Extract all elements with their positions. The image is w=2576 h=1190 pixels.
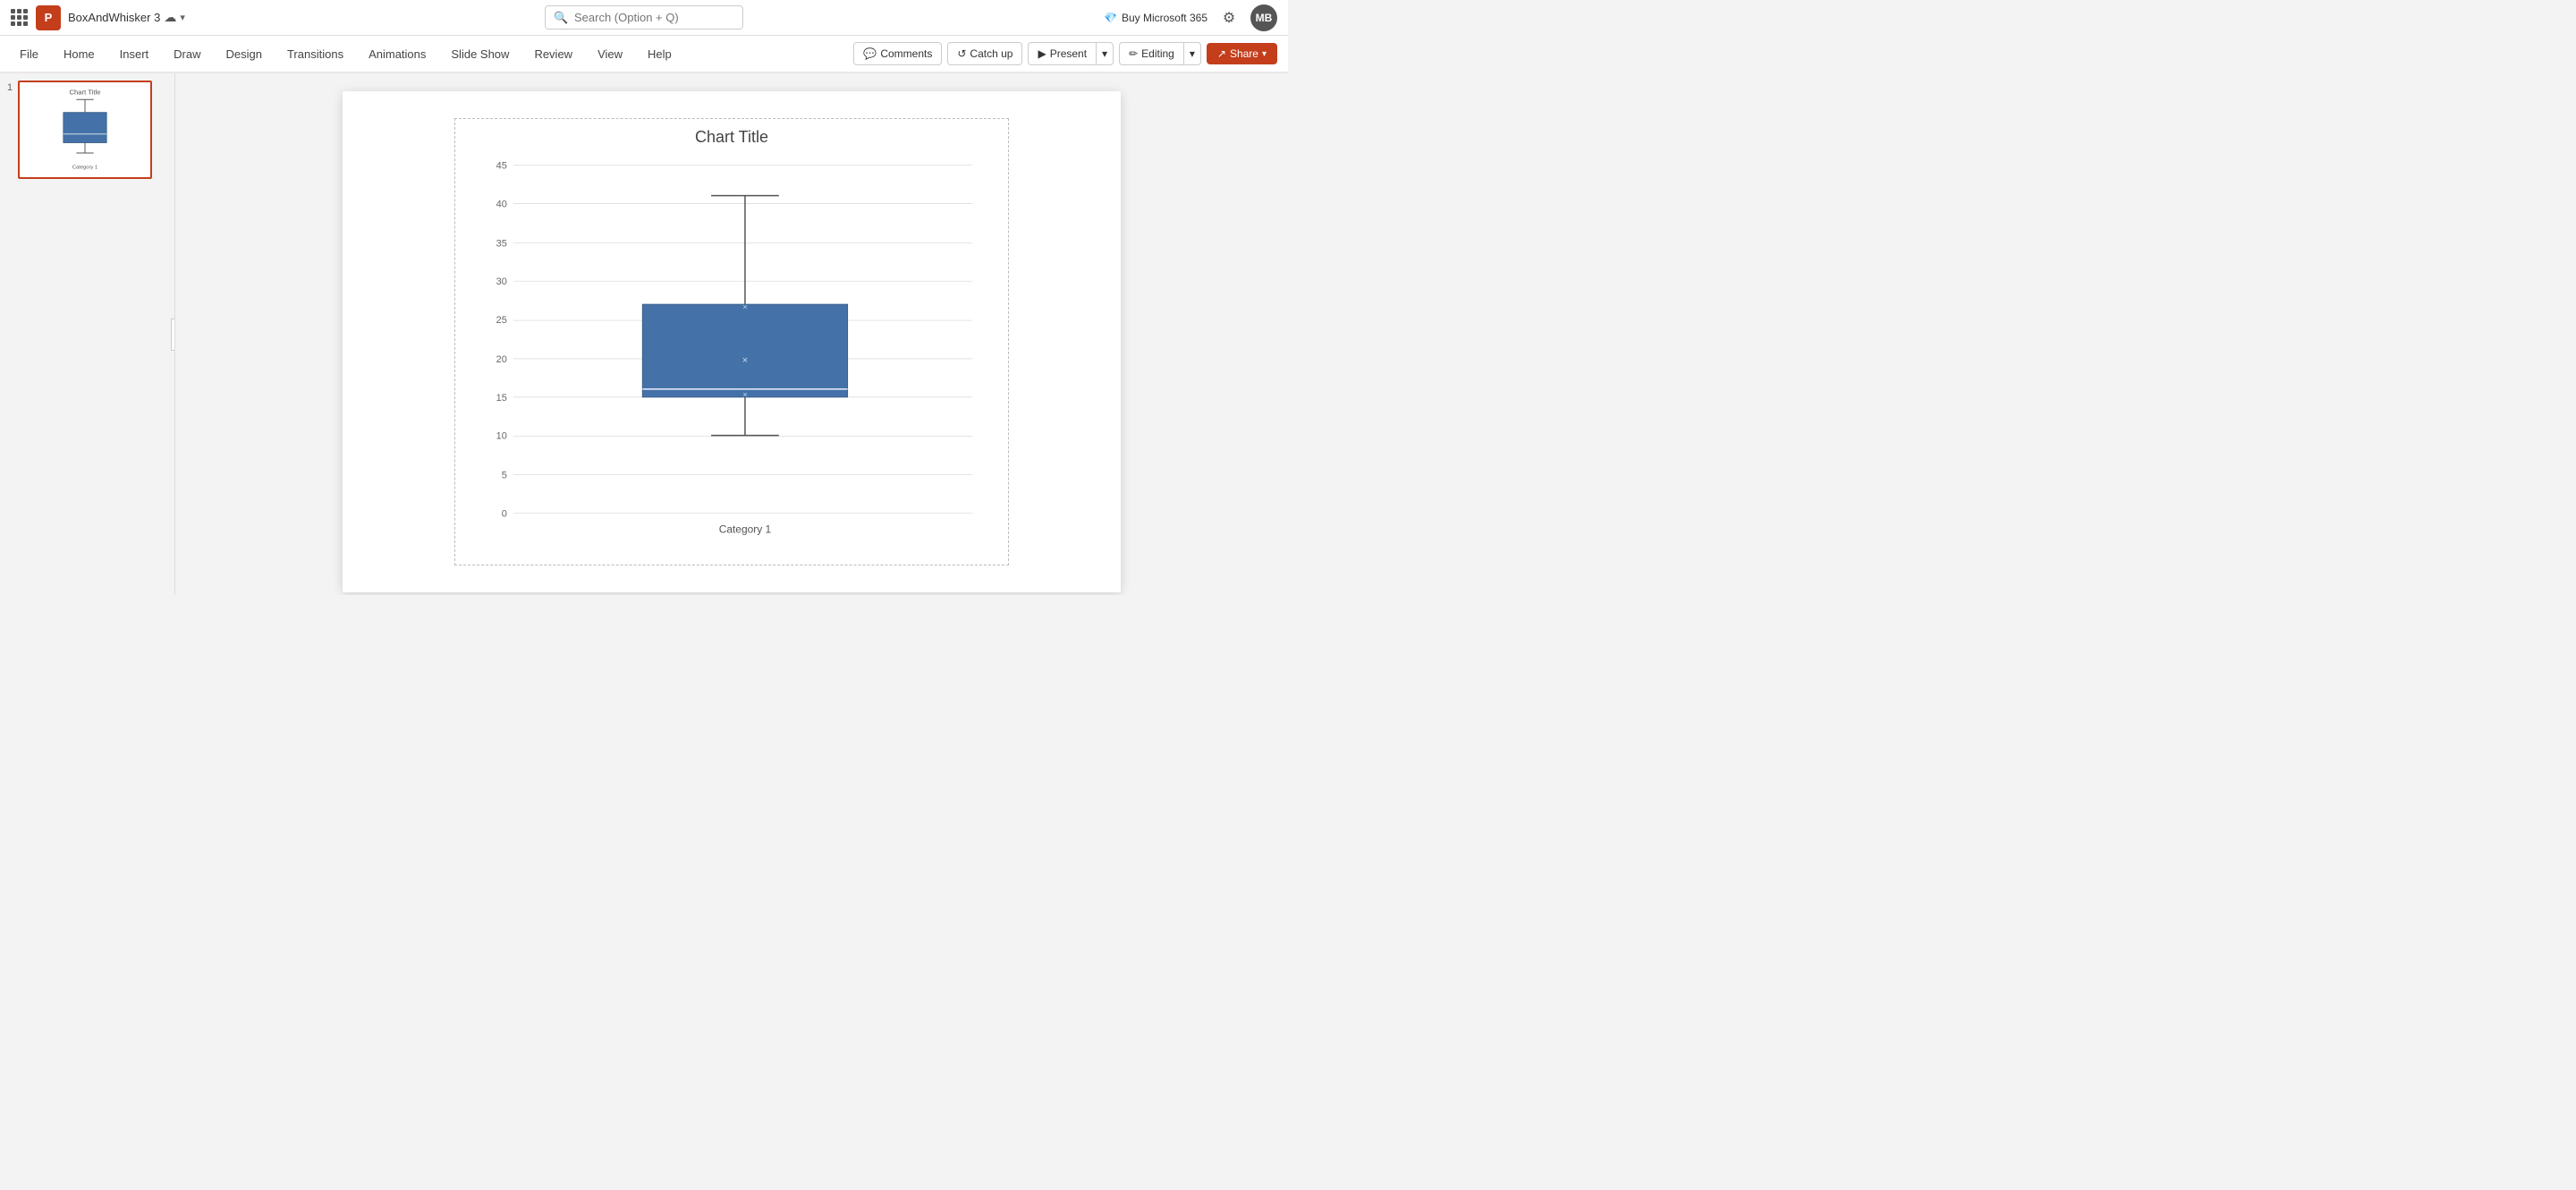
- svg-text:35: 35: [496, 238, 507, 249]
- cloud-save-icon[interactable]: ☁: [164, 10, 176, 25]
- chart-container[interactable]: Chart Title: [454, 118, 1009, 565]
- panel-collapse-button[interactable]: ◀: [171, 319, 175, 351]
- share-label: Share: [1230, 47, 1258, 60]
- chevron-down-icon: ▾: [1190, 47, 1195, 60]
- chart-svg-wrap: 45 40 35 30 25 20 15 10 5 0: [464, 150, 999, 546]
- app-grid-icon[interactable]: [11, 9, 29, 27]
- tab-transitions[interactable]: Transitions: [275, 38, 356, 72]
- present-button-group: ▶ Present ▾: [1028, 42, 1114, 65]
- comment-icon: 💬: [863, 47, 877, 60]
- ribbon-tabs: File Home Insert Draw Design Transitions…: [7, 38, 853, 70]
- buy-ms365-label: Buy Microsoft 365: [1122, 12, 1208, 24]
- tab-insert[interactable]: Insert: [107, 38, 162, 72]
- tab-animations[interactable]: Animations: [356, 38, 438, 72]
- chart-svg: 45 40 35 30 25 20 15 10 5 0: [464, 150, 999, 546]
- catchup-icon: ↺: [957, 47, 966, 60]
- ribbon: File Home Insert Draw Design Transitions…: [0, 36, 1288, 73]
- slide-canvas[interactable]: Chart Title: [343, 91, 1121, 592]
- svg-text:10: 10: [496, 431, 507, 442]
- svg-text:25: 25: [496, 315, 507, 326]
- chevron-down-icon[interactable]: ▾: [180, 12, 185, 23]
- file-name-text: BoxAndWhisker 3: [68, 11, 160, 24]
- ribbon-right-actions: 💬 Comments ↺ Catch up ▶ Present ▾ ✏ Edit…: [853, 42, 1288, 65]
- settings-button[interactable]: ⚙: [1216, 5, 1241, 30]
- svg-text:15: 15: [496, 393, 507, 404]
- editing-label: Editing: [1141, 47, 1174, 60]
- svg-text:30: 30: [496, 276, 507, 287]
- edit-icon: ✏: [1129, 47, 1138, 60]
- slide-thumbnail-item: 1 Chart Title Category 1: [7, 81, 167, 179]
- present-button[interactable]: ▶ Present: [1028, 42, 1096, 65]
- svg-text:Chart Title: Chart Title: [70, 88, 101, 96]
- tab-draw[interactable]: Draw: [161, 38, 213, 72]
- svg-text:×: ×: [742, 355, 748, 366]
- buy-microsoft-365-button[interactable]: 💎 Buy Microsoft 365: [1104, 12, 1208, 24]
- present-dropdown-button[interactable]: ▾: [1096, 42, 1114, 65]
- slide-thumbnail[interactable]: Chart Title Category 1: [18, 81, 152, 179]
- tab-slideshow[interactable]: Slide Show: [438, 38, 521, 72]
- tab-home[interactable]: Home: [51, 38, 107, 72]
- present-label: Present: [1050, 47, 1087, 60]
- avatar[interactable]: MB: [1250, 4, 1277, 31]
- tab-design[interactable]: Design: [214, 38, 275, 72]
- diamond-icon: 💎: [1104, 12, 1117, 24]
- catchup-label: Catch up: [970, 47, 1013, 60]
- tab-view[interactable]: View: [585, 38, 635, 72]
- svg-text:20: 20: [496, 354, 507, 365]
- svg-text:0: 0: [502, 508, 507, 519]
- chart-title: Chart Title: [464, 128, 999, 147]
- file-name: BoxAndWhisker 3 ☁ ▾: [68, 10, 185, 25]
- slide-panel: 1 Chart Title Category 1 ◀: [0, 73, 175, 595]
- chevron-down-icon: ▾: [1102, 47, 1107, 60]
- title-bar: P BoxAndWhisker 3 ☁ ▾ 🔍 💎 Buy Microsoft …: [0, 0, 1288, 36]
- svg-text:Category 1: Category 1: [719, 523, 772, 535]
- slide-thumb-svg: Chart Title Category 1: [20, 82, 150, 177]
- ppt-logo: P: [36, 5, 61, 30]
- slide-number: 1: [7, 82, 13, 93]
- svg-text:5: 5: [502, 471, 507, 481]
- search-icon: 🔍: [554, 11, 568, 25]
- tab-file[interactable]: File: [7, 38, 51, 72]
- svg-text:Category 1: Category 1: [72, 165, 97, 170]
- share-icon: ↗: [1217, 47, 1226, 60]
- main-area: 1 Chart Title Category 1 ◀: [0, 73, 1288, 595]
- editing-button[interactable]: ✏ Editing: [1119, 42, 1183, 65]
- catchup-button[interactable]: ↺ Catch up: [947, 42, 1022, 65]
- search-bar: 🔍: [545, 5, 743, 30]
- svg-text:45: 45: [496, 161, 507, 172]
- editor-area: Chart Title: [175, 73, 1288, 595]
- search-input[interactable]: [545, 5, 743, 30]
- tab-review[interactable]: Review: [521, 38, 585, 72]
- title-right-actions: 💎 Buy Microsoft 365 ⚙ MB: [1104, 4, 1277, 31]
- share-dropdown-arrow: ▾: [1262, 49, 1267, 59]
- svg-text:×: ×: [742, 302, 747, 311]
- present-icon: ▶: [1038, 47, 1046, 60]
- editing-dropdown-button[interactable]: ▾: [1183, 42, 1201, 65]
- comments-label: Comments: [880, 47, 932, 60]
- share-button[interactable]: ↗ Share ▾: [1207, 43, 1277, 64]
- svg-text:40: 40: [496, 200, 507, 210]
- editing-button-group: ✏ Editing ▾: [1119, 42, 1201, 65]
- gear-icon: ⚙: [1223, 9, 1235, 27]
- comments-button[interactable]: 💬 Comments: [853, 42, 942, 65]
- tab-help[interactable]: Help: [635, 38, 684, 72]
